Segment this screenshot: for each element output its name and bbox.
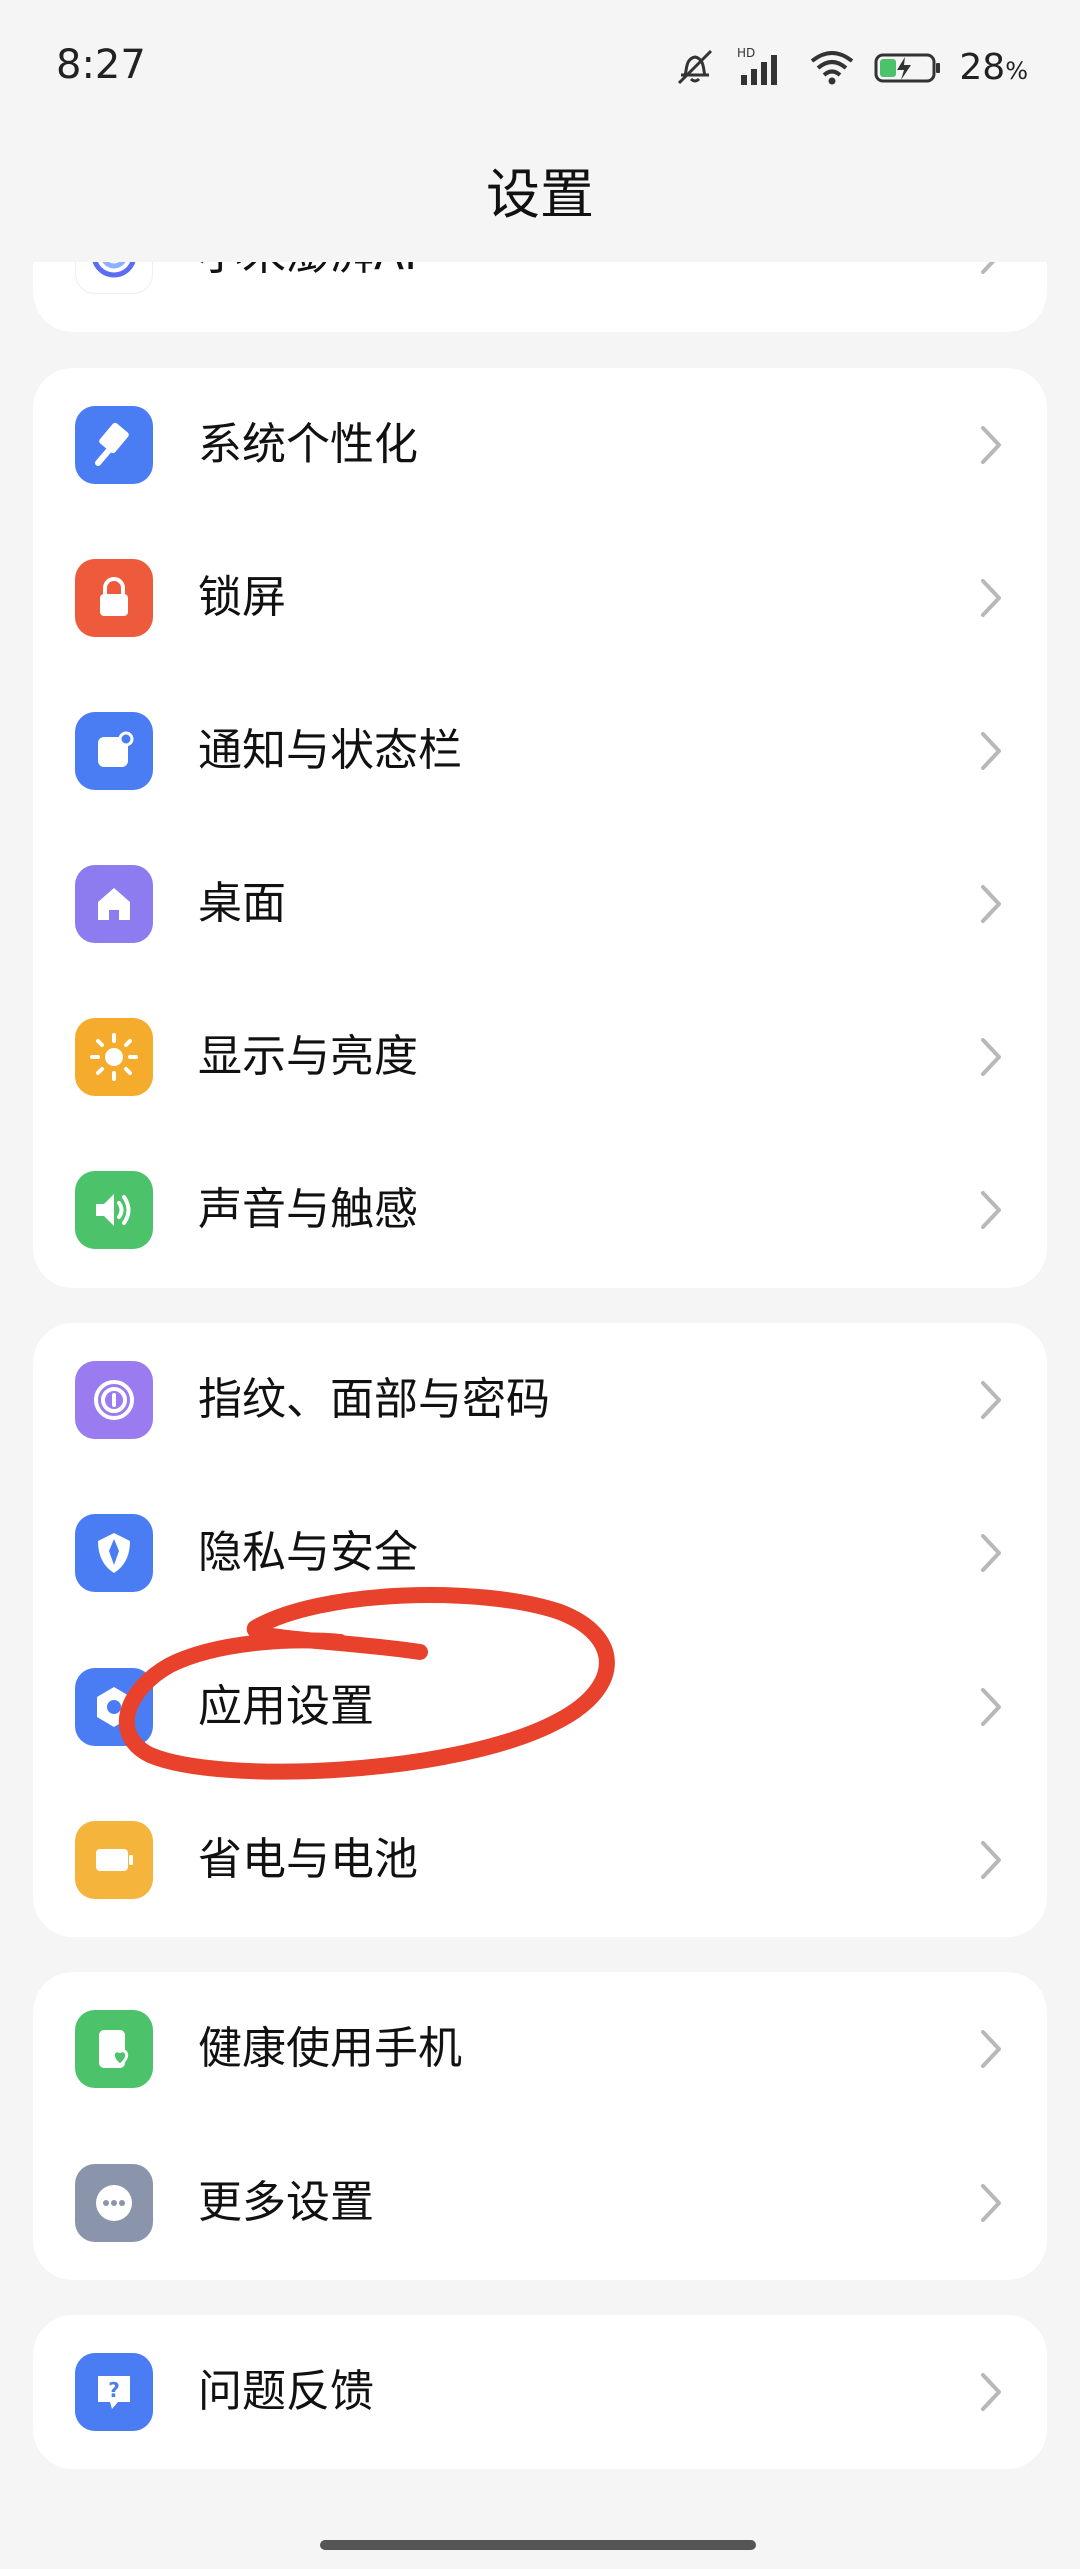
chevron-right-icon bbox=[977, 262, 1005, 282]
chevron-right-icon bbox=[977, 1187, 1005, 1237]
status-bar: 8:27 HD 28% bbox=[0, 0, 1080, 140]
settings-item-feedback[interactable]: ? 问题反馈 bbox=[33, 2315, 1047, 2469]
settings-card-security: 指纹、面部与密码 隐私与安全 应用设置 省电与电池 bbox=[33, 1323, 1047, 1937]
wifi-icon bbox=[807, 45, 857, 89]
settings-item-fingerprint[interactable]: 指纹、面部与密码 bbox=[33, 1323, 1047, 1477]
settings-item-privacy[interactable]: 隐私与安全 bbox=[33, 1476, 1047, 1630]
settings-item-notifications[interactable]: 通知与状态栏 bbox=[33, 674, 1047, 828]
chevron-right-icon bbox=[977, 575, 1005, 625]
settings-item-display[interactable]: 显示与亮度 bbox=[33, 980, 1047, 1134]
settings-item-ai[interactable]: 小米澎湃AI bbox=[33, 262, 1047, 332]
battery-icon bbox=[75, 1821, 153, 1899]
muted-bell-icon bbox=[671, 45, 719, 89]
ai-swirl-icon bbox=[75, 262, 153, 294]
chevron-right-icon bbox=[977, 1837, 1005, 1887]
settings-item-label: 指纹、面部与密码 bbox=[198, 1374, 550, 1425]
battery-charging-icon bbox=[873, 45, 943, 89]
settings-item-digital-wellbeing[interactable]: 健康使用手机 bbox=[33, 1972, 1047, 2126]
settings-item-personalization[interactable]: 系统个性化 bbox=[33, 368, 1047, 522]
settings-item-label: 系统个性化 bbox=[198, 419, 418, 470]
shield-icon bbox=[75, 1514, 153, 1592]
settings-item-more-settings[interactable]: 更多设置 bbox=[33, 2126, 1047, 2280]
feedback-icon: ? bbox=[75, 2353, 153, 2431]
health-heart-icon bbox=[75, 2010, 153, 2088]
page-title: 设置 bbox=[486, 163, 594, 226]
network-label: HD bbox=[737, 46, 755, 60]
settings-item-label: 隐私与安全 bbox=[198, 1527, 418, 1578]
home-icon bbox=[75, 865, 153, 943]
lock-icon bbox=[75, 559, 153, 637]
speaker-icon bbox=[75, 1171, 153, 1249]
chevron-right-icon bbox=[977, 1530, 1005, 1580]
battery-percent: 28% bbox=[959, 47, 1028, 88]
battery-percent-value: 28 bbox=[959, 46, 1006, 88]
settings-item-label: 显示与亮度 bbox=[198, 1031, 418, 1082]
settings-item-lockscreen[interactable]: 锁屏 bbox=[33, 521, 1047, 675]
settings-item-label: 问题反馈 bbox=[198, 2366, 374, 2417]
chevron-right-icon bbox=[977, 2180, 1005, 2230]
more-dots-icon bbox=[75, 2164, 153, 2242]
settings-item-label: 声音与触感 bbox=[198, 1184, 418, 1235]
fingerprint-icon bbox=[75, 1361, 153, 1439]
settings-item-battery[interactable]: 省电与电池 bbox=[33, 1783, 1047, 1937]
home-indicator[interactable] bbox=[320, 2540, 756, 2550]
settings-item-label: 锁屏 bbox=[198, 572, 286, 623]
settings-item-label: 更多设置 bbox=[198, 2177, 374, 2228]
notification-icon bbox=[75, 712, 153, 790]
settings-item-label: 健康使用手机 bbox=[198, 2023, 462, 2074]
settings-item-label: 桌面 bbox=[198, 878, 286, 929]
chevron-right-icon bbox=[977, 2369, 1005, 2419]
settings-item-desktop[interactable]: 桌面 bbox=[33, 827, 1047, 981]
chevron-right-icon bbox=[977, 1034, 1005, 1084]
settings-card-ai: 小米澎湃AI bbox=[33, 262, 1047, 332]
chevron-right-icon bbox=[977, 728, 1005, 778]
chevron-right-icon bbox=[977, 422, 1005, 472]
sun-icon bbox=[75, 1018, 153, 1096]
settings-list: 小米澎湃AI 系统个性化 bbox=[0, 262, 1080, 2569]
settings-item-app-settings[interactable]: 应用设置 bbox=[33, 1630, 1047, 1784]
brush-icon bbox=[75, 406, 153, 484]
settings-item-label: 应用设置 bbox=[198, 1681, 374, 1732]
settings-screen: 8:27 HD 28% 设置 系统个性化 锁屏 通知与状态栏 桌面 显示与亮度 … bbox=[0, 0, 1080, 2569]
settings-card-more: 健康使用手机 更多设置 bbox=[33, 1972, 1047, 2280]
chevron-right-icon bbox=[977, 2026, 1005, 2076]
signal-icon: HD bbox=[735, 45, 791, 89]
svg-text:?: ? bbox=[108, 2378, 120, 2402]
settings-card-personalization: 系统个性化 锁屏 通知与状态栏 桌面 显示与亮度 声音与触感 bbox=[33, 368, 1047, 1288]
settings-item-sound[interactable]: 声音与触感 bbox=[33, 1133, 1047, 1287]
settings-item-label: 小米澎湃AI bbox=[198, 262, 417, 282]
app-settings-icon bbox=[75, 1668, 153, 1746]
settings-item-label: 省电与电池 bbox=[198, 1834, 418, 1885]
settings-card-feedback: ? 问题反馈 bbox=[33, 2315, 1047, 2469]
status-icons: HD 28% bbox=[671, 42, 1028, 92]
chevron-right-icon bbox=[977, 1684, 1005, 1734]
status-time: 8:27 bbox=[56, 42, 146, 88]
chevron-right-icon bbox=[977, 881, 1005, 931]
battery-percent-unit: % bbox=[1005, 56, 1028, 85]
chevron-right-icon bbox=[977, 1377, 1005, 1427]
settings-item-label: 通知与状态栏 bbox=[198, 725, 462, 776]
